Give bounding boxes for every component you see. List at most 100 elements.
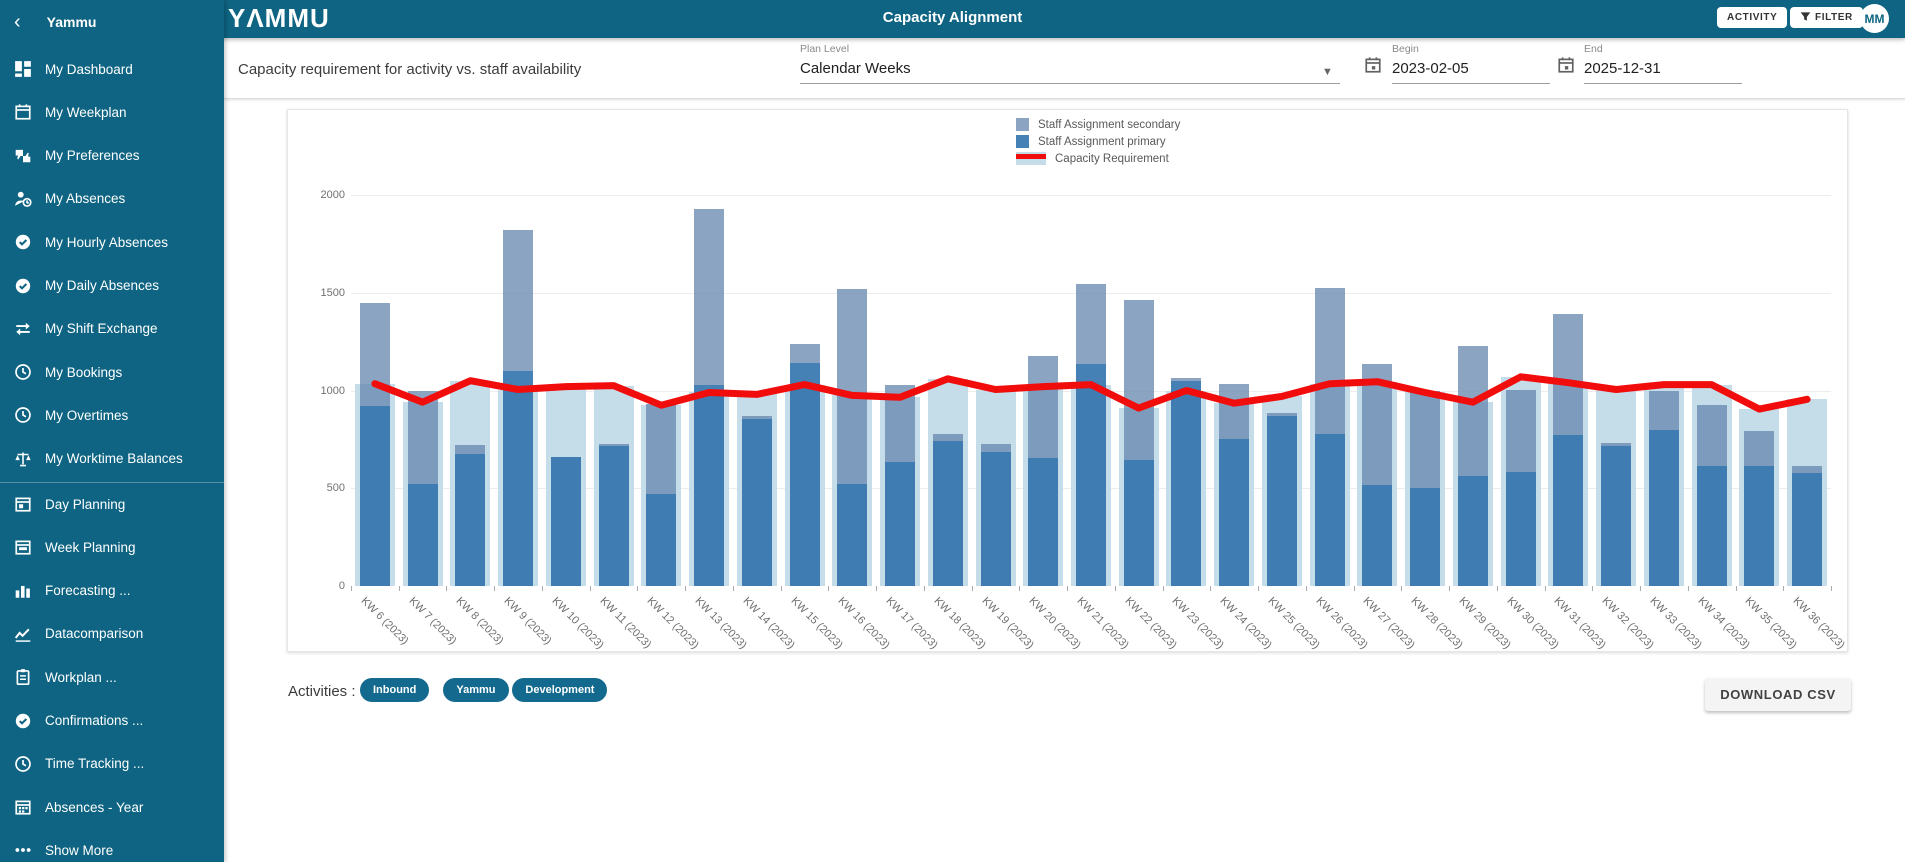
sidebar-item-absences-year[interactable]: Absences - Year <box>0 787 224 827</box>
staff-assignment-primary-bar[interactable] <box>790 363 820 586</box>
sidebar-item-day-planning[interactable]: Day Planning <box>0 484 224 524</box>
sidebar-item-my-shift-exchange[interactable]: My Shift Exchange <box>0 309 224 349</box>
sidebar-item-label: Absences - Year <box>45 800 143 815</box>
staff-assignment-secondary-bar[interactable] <box>1219 384 1249 440</box>
sidebar-item-my-weekplan[interactable]: My Weekplan <box>0 92 224 132</box>
filter-button-label: FILTER <box>1815 12 1853 23</box>
sidebar-item-time-tracking[interactable]: Time Tracking ... <box>0 744 224 784</box>
staff-assignment-secondary-bar[interactable] <box>408 391 438 485</box>
staff-assignment-primary-bar[interactable] <box>981 452 1011 586</box>
staff-assignment-primary-bar[interactable] <box>694 385 724 586</box>
staff-assignment-primary-bar[interactable] <box>1076 364 1106 586</box>
begin-value: 2023-02-05 <box>1392 60 1550 77</box>
bar-chart-icon <box>14 582 32 600</box>
sidebar-item-my-dashboard[interactable]: My Dashboard <box>0 49 224 89</box>
chevron-down-icon[interactable]: ▼ <box>1322 66 1333 78</box>
x-axis-tick <box>781 586 782 591</box>
collapse-sidebar-icon[interactable]: ‹ <box>14 12 21 32</box>
activity-button[interactable]: ACTIVITY <box>1717 7 1787 28</box>
staff-assignment-primary-bar[interactable] <box>599 446 629 586</box>
staff-assignment-secondary-bar[interactable] <box>1315 288 1345 434</box>
staff-assignment-secondary-bar[interactable] <box>837 289 867 485</box>
staff-assignment-secondary-bar[interactable] <box>981 444 1011 452</box>
staff-assignment-primary-bar[interactable] <box>1553 435 1583 586</box>
staff-assignment-primary-bar[interactable] <box>646 494 676 586</box>
staff-assignment-secondary-bar[interactable] <box>1553 314 1583 435</box>
staff-assignment-secondary-bar[interactable] <box>1076 284 1106 364</box>
staff-assignment-secondary-bar[interactable] <box>1649 391 1679 430</box>
staff-assignment-primary-bar[interactable] <box>933 441 963 586</box>
staff-assignment-primary-bar[interactable] <box>1028 458 1058 586</box>
staff-assignment-secondary-bar[interactable] <box>455 445 485 454</box>
staff-assignment-primary-bar[interactable] <box>1744 466 1774 586</box>
staff-assignment-secondary-bar[interactable] <box>885 385 915 462</box>
sidebar-item-my-absences[interactable]: My Absences <box>0 179 224 219</box>
staff-assignment-primary-bar[interactable] <box>1124 460 1154 586</box>
download-csv-button[interactable]: DOWNLOAD CSV <box>1705 678 1851 711</box>
staff-assignment-primary-bar[interactable] <box>1697 466 1727 586</box>
sidebar-item-week-planning[interactable]: Week Planning <box>0 527 224 567</box>
badge-check-icon <box>14 277 32 295</box>
staff-assignment-secondary-bar[interactable] <box>1124 300 1154 460</box>
activity-chip-inbound[interactable]: Inbound <box>360 678 429 702</box>
sidebar-item-my-bookings[interactable]: My Bookings <box>0 352 224 392</box>
begin-date-field[interactable]: Begin 2023-02-05 <box>1392 43 1550 84</box>
staff-assignment-primary-bar[interactable] <box>1506 472 1536 586</box>
staff-assignment-primary-bar[interactable] <box>455 454 485 586</box>
staff-assignment-primary-bar[interactable] <box>503 371 533 586</box>
sidebar-item-datacomparison[interactable]: Datacomparison <box>0 614 224 654</box>
staff-assignment-primary-bar[interactable] <box>1792 473 1822 586</box>
staff-assignment-primary-bar[interactable] <box>1267 416 1297 586</box>
staff-assignment-primary-bar[interactable] <box>1410 488 1440 586</box>
staff-assignment-secondary-bar[interactable] <box>1458 346 1488 476</box>
staff-assignment-secondary-bar[interactable] <box>1028 356 1058 458</box>
sidebar-item-forecasting[interactable]: Forecasting ... <box>0 571 224 611</box>
plan-level-select[interactable]: Plan Level Calendar Weeks <box>800 43 1340 84</box>
staff-assignment-primary-bar[interactable] <box>1649 430 1679 586</box>
sidebar-item-my-overtimes[interactable]: My Overtimes <box>0 395 224 435</box>
staff-assignment-primary-bar[interactable] <box>408 484 438 586</box>
staff-assignment-secondary-bar[interactable] <box>1697 405 1727 466</box>
staff-assignment-primary-bar[interactable] <box>885 462 915 586</box>
x-axis-tick <box>637 586 638 591</box>
filter-button[interactable]: FILTER <box>1790 7 1863 28</box>
staff-assignment-primary-bar[interactable] <box>837 484 867 586</box>
avatar[interactable]: MM <box>1860 4 1889 33</box>
sidebar-item-my-daily-absences[interactable]: My Daily Absences <box>0 266 224 306</box>
staff-assignment-secondary-bar[interactable] <box>1744 431 1774 466</box>
staff-assignment-primary-bar[interactable] <box>1601 446 1631 586</box>
sidebar-item-my-preferences[interactable]: My Preferences <box>0 136 224 176</box>
staff-assignment-primary-bar[interactable] <box>551 457 581 586</box>
activity-chip-yammu[interactable]: Yammu <box>443 678 508 702</box>
staff-assignment-secondary-bar[interactable] <box>360 303 390 407</box>
staff-assignment-secondary-bar[interactable] <box>1362 364 1392 485</box>
staff-assignment-secondary-bar[interactable] <box>1506 390 1536 472</box>
staff-assignment-primary-bar[interactable] <box>360 406 390 586</box>
sidebar-item-show-more[interactable]: Show More <box>0 830 224 862</box>
end-date-field[interactable]: End 2025-12-31 <box>1584 43 1742 84</box>
x-axis-tick-label: KW 6 (2023) <box>358 595 410 647</box>
x-axis-tick <box>1258 586 1259 591</box>
begin-calendar-icon[interactable] <box>1364 56 1382 74</box>
staff-assignment-secondary-bar[interactable] <box>790 344 820 364</box>
staff-assignment-primary-bar[interactable] <box>1458 476 1488 586</box>
sidebar-item-confirmations[interactable]: Confirmations ... <box>0 701 224 741</box>
staff-assignment-primary-bar[interactable] <box>1315 434 1345 586</box>
staff-assignment-primary-bar[interactable] <box>742 419 772 586</box>
staff-assignment-secondary-bar[interactable] <box>694 209 724 385</box>
activities-label: Activities : <box>288 683 356 700</box>
staff-assignment-primary-bar[interactable] <box>1219 439 1249 586</box>
activity-chip-development[interactable]: Development <box>512 678 607 702</box>
staff-assignment-primary-bar[interactable] <box>1171 381 1201 586</box>
sidebar-item-my-hourly-absences[interactable]: My Hourly Absences <box>0 222 224 262</box>
staff-assignment-secondary-bar[interactable] <box>503 230 533 371</box>
staff-assignment-secondary-bar[interactable] <box>1792 466 1822 473</box>
sidebar-item-my-worktime-balances[interactable]: My Worktime Balances <box>0 439 224 479</box>
sidebar-item-workplan[interactable]: Workplan ... <box>0 657 224 697</box>
staff-assignment-primary-bar[interactable] <box>1362 485 1392 586</box>
end-calendar-icon[interactable] <box>1557 56 1575 74</box>
staff-assignment-secondary-bar[interactable] <box>933 434 963 442</box>
staff-assignment-secondary-bar[interactable] <box>1410 391 1440 488</box>
clock-icon <box>14 755 32 773</box>
staff-assignment-secondary-bar[interactable] <box>646 404 676 494</box>
